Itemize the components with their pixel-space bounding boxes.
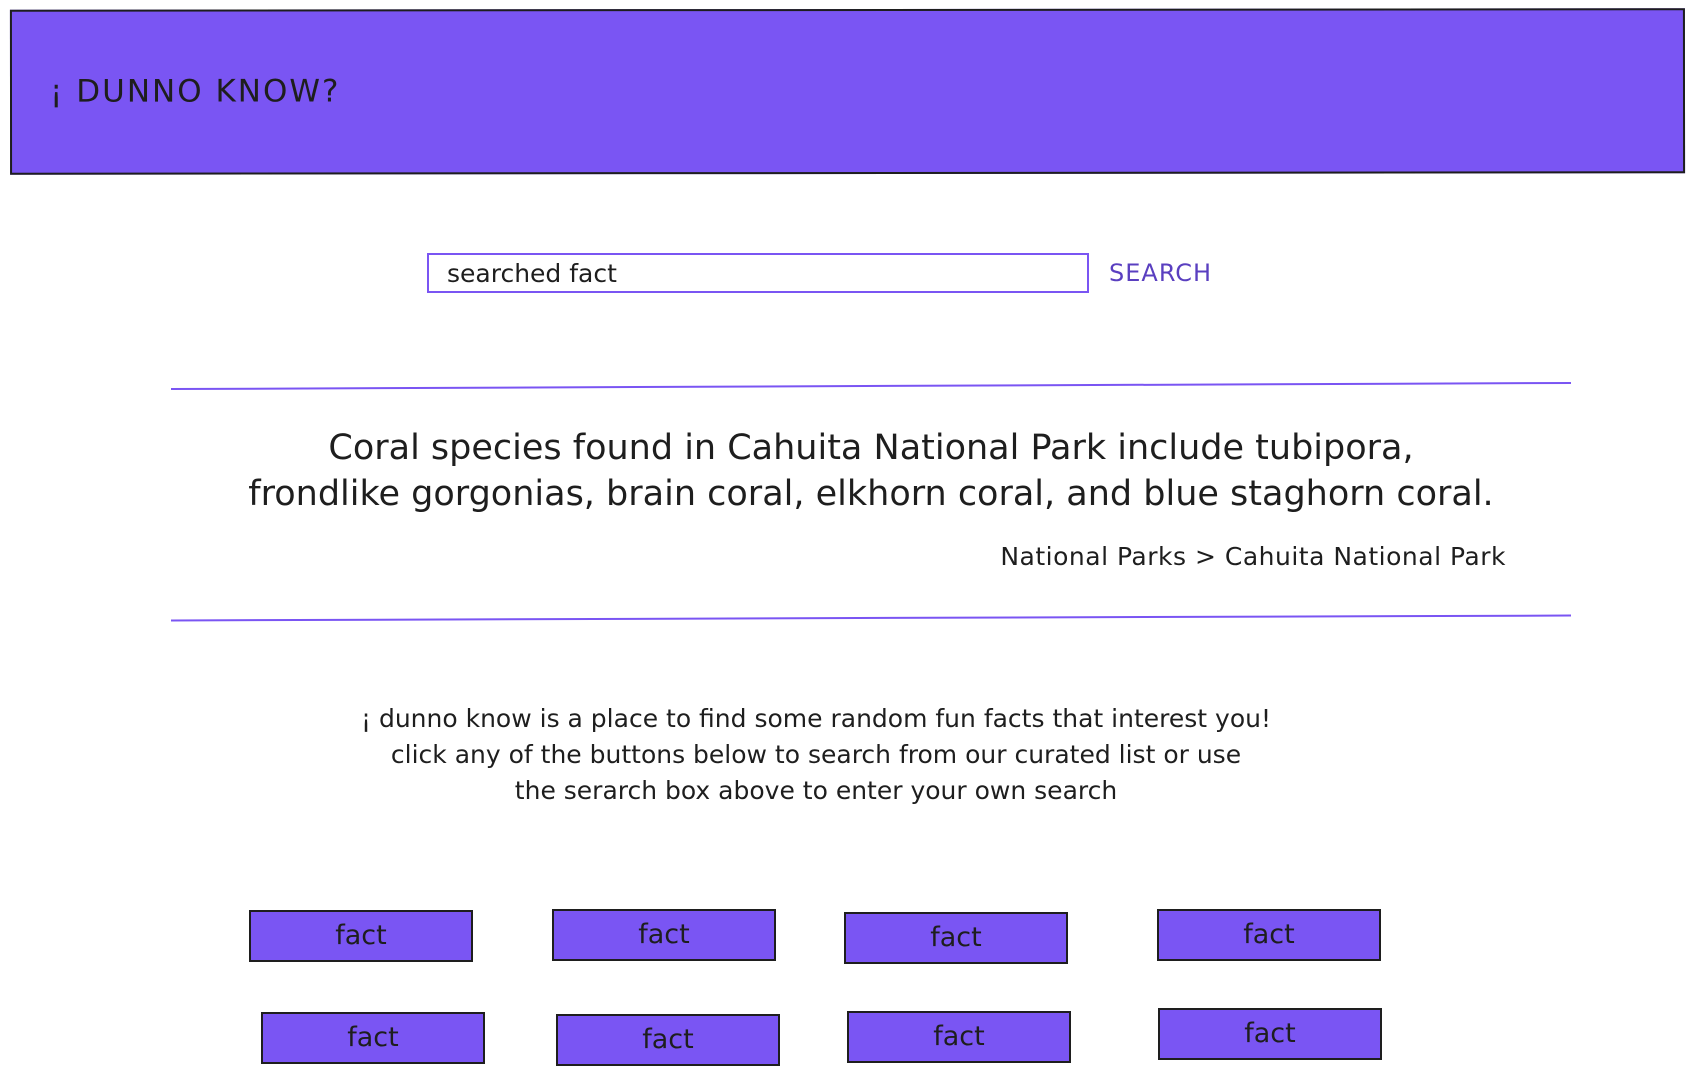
header-bar: ¡ DUNNO KNOW? bbox=[9, 8, 1686, 175]
bottom-divider bbox=[171, 614, 1571, 622]
fact-button[interactable]: fact bbox=[1158, 1008, 1382, 1060]
intro-line: click any of the buttons below to search… bbox=[390, 740, 1242, 769]
fact-button[interactable]: fact bbox=[1157, 909, 1381, 961]
fact-text: Coral species found in Cahuita National … bbox=[171, 425, 1571, 517]
fact-category-breadcrumb: National Parks > Cahuita National Park bbox=[1000, 542, 1506, 571]
fact-button[interactable]: fact bbox=[556, 1014, 780, 1066]
intro-line: ¡ dunno know is a place to find some ran… bbox=[361, 704, 1271, 733]
fact-button[interactable]: fact bbox=[261, 1012, 485, 1064]
search-button[interactable]: SEARCH bbox=[1109, 253, 1212, 293]
fact-button[interactable]: fact bbox=[844, 912, 1068, 964]
intro-line: the serarch box above to enter your own … bbox=[514, 776, 1118, 805]
site-title: ¡ DUNNO KNOW? bbox=[49, 73, 341, 110]
fact-line: frondlike gorgonias, brain coral, elkhor… bbox=[248, 474, 1494, 514]
fact-button[interactable]: fact bbox=[249, 910, 473, 962]
intro-text: ¡ dunno know is a place to find some ran… bbox=[171, 701, 1461, 809]
search-input[interactable] bbox=[427, 253, 1089, 293]
fact-line: Coral species found in Cahuita National … bbox=[328, 428, 1414, 468]
top-divider bbox=[171, 381, 1571, 391]
fact-button[interactable]: fact bbox=[847, 1011, 1071, 1063]
fact-button[interactable]: fact bbox=[552, 909, 776, 961]
